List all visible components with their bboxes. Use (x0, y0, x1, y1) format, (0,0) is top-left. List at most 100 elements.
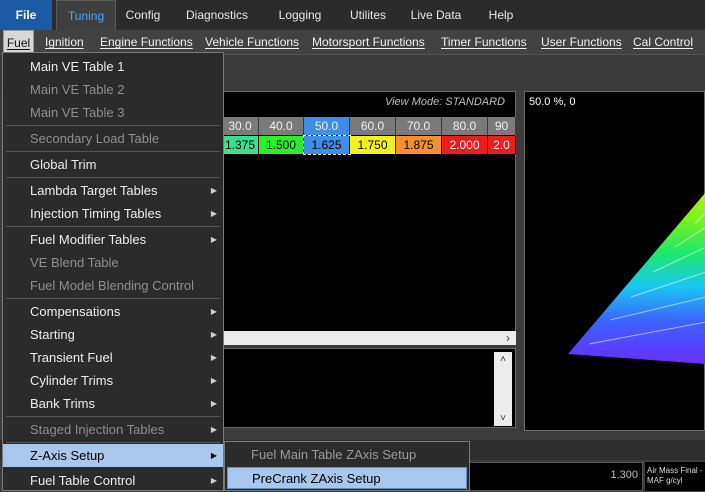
submenu-arrow-icon: ▶ (210, 235, 217, 244)
menu-item-main-ve-table-1[interactable]: Main VE Table 1 (3, 55, 223, 78)
submenu-item-label: PreCrank ZAxis Setup (252, 471, 381, 486)
column-header[interactable]: 90 (488, 117, 516, 135)
tab-logging[interactable]: Logging (270, 0, 330, 30)
tab-tuning[interactable]: Tuning (56, 0, 116, 30)
menu-item-compensations[interactable]: Compensations ▶ (3, 300, 223, 323)
menu-item-label: Main VE Table 2 (30, 82, 125, 97)
menu-item-label: Main VE Table 3 (30, 105, 125, 120)
table-cell[interactable]: 1.500 (259, 136, 304, 154)
horizontal-scrollbar[interactable]: › (222, 331, 516, 345)
menu-timer-functions[interactable]: Timer Functions (441, 30, 527, 54)
menu-item-label: Staged Injection Tables (30, 422, 165, 437)
menu-item-starting[interactable]: Starting ▶ (3, 323, 223, 346)
menu-vehicle-functions[interactable]: Vehicle Functions (205, 30, 299, 54)
column-header[interactable]: 60.0 (350, 117, 396, 135)
column-header[interactable]: 80.0 (442, 117, 488, 135)
menu-item-label: Cylinder Trims (30, 373, 114, 388)
menu-item-secondary-load-table: Secondary Load Table (3, 127, 223, 150)
menu-item-label: Bank Trims (30, 396, 96, 411)
menu-item-label: Fuel Modifier Tables (30, 232, 147, 247)
status-value: 1.300 (610, 469, 638, 481)
submenu-arrow-icon: ▶ (210, 307, 217, 316)
menu-item-label: Compensations (30, 304, 121, 319)
submenu-item-label: Fuel Main Table ZAxis Setup (251, 447, 417, 462)
column-header[interactable]: 30.0 (222, 117, 259, 135)
channel-info: Air Mass Final - F MAF g/cyl (645, 462, 705, 491)
menu-separator (6, 226, 220, 227)
z-axis-submenu: Fuel Main Table ZAxis Setup PreCrank ZAx… (224, 441, 470, 491)
table-cell[interactable]: 2.0 (488, 136, 516, 154)
submenu-arrow-icon: ▶ (210, 186, 217, 195)
column-header[interactable]: 40.0 (259, 117, 304, 135)
menu-fuel[interactable]: Fuel (3, 30, 34, 54)
surface-plot-graphic (568, 193, 705, 364)
table-cell[interactable]: 1.625 (303, 135, 351, 155)
submenu-arrow-icon: ▶ (210, 451, 217, 460)
top-menu-bar: File Tuning Config Diagnostics Logging U… (0, 0, 705, 30)
menu-item-label: Starting (30, 327, 75, 342)
submenu-arrow-icon: ▶ (210, 476, 217, 485)
menu-item-main-ve-table-3: Main VE Table 3 (3, 101, 223, 124)
submenu-item-precrank-zaxis-setup[interactable]: PreCrank ZAxis Setup (227, 467, 467, 489)
table-detail-panel (222, 348, 516, 428)
menu-cal-control[interactable]: Cal Control (633, 30, 693, 54)
menu-separator (6, 442, 220, 443)
table-cell[interactable]: 1.750 (350, 136, 396, 154)
menu-item-bank-trims[interactable]: Bank Trims ▶ (3, 392, 223, 415)
surface-plot-panel[interactable]: 50.0 %, 0 (524, 91, 705, 431)
menu-item-label: Transient Fuel (30, 350, 113, 365)
table-cell[interactable]: 1.875 (396, 136, 442, 154)
menu-user-functions[interactable]: User Functions (541, 30, 622, 54)
menu-item-global-trim[interactable]: Global Trim (3, 153, 223, 176)
submenu-arrow-icon: ▶ (210, 353, 217, 362)
submenu-item-fuel-main-table-zaxis-setup[interactable]: Fuel Main Table ZAxis Setup (227, 444, 467, 466)
menu-separator (6, 177, 220, 178)
submenu-arrow-icon: ▶ (210, 376, 217, 385)
table-cell[interactable]: 2.000 (442, 136, 488, 154)
menu-item-fuel-table-control[interactable]: Fuel Table Control ▶ (3, 469, 223, 492)
table-cell[interactable]: 1.375 (222, 136, 259, 154)
channel-info-line2: MAF g/cyl (647, 476, 683, 485)
submenu-arrow-icon: ▶ (210, 425, 217, 434)
tab-help[interactable]: Help (480, 0, 522, 30)
column-header[interactable]: 50.0 (304, 117, 350, 135)
menu-separator (6, 125, 220, 126)
submenu-arrow-icon: ▶ (210, 209, 217, 218)
menu-engine-functions[interactable]: Engine Functions (100, 30, 193, 54)
menu-item-cylinder-trims[interactable]: Cylinder Trims ▶ (3, 369, 223, 392)
menu-item-injection-timing-tables[interactable]: Injection Timing Tables ▶ (3, 202, 223, 225)
menu-item-label: Fuel Model Blending Control (30, 278, 195, 293)
fuel-dropdown-menu: Main VE Table 1 Main VE Table 2 Main VE … (2, 52, 224, 491)
submenu-arrow-icon: ▶ (210, 399, 217, 408)
menu-item-ve-blend-table: VE Blend Table (3, 251, 223, 274)
menu-item-label: Fuel Table Control (30, 473, 136, 488)
tab-utilites[interactable]: Utilites (340, 0, 396, 30)
submenu-arrow-icon: ▶ (210, 330, 217, 339)
menu-item-staged-injection-tables: Staged Injection Tables ▶ (3, 418, 223, 441)
menu-item-fuel-modifier-tables[interactable]: Fuel Modifier Tables ▶ (3, 228, 223, 251)
menu-item-label: VE Blend Table (30, 255, 119, 270)
menu-item-main-ve-table-2: Main VE Table 2 (3, 78, 223, 101)
menu-item-label: Global Trim (30, 157, 97, 172)
status-gauge: 1.300 (468, 462, 643, 491)
menu-item-z-axis-setup[interactable]: Z-Axis Setup ▶ (3, 444, 223, 467)
menu-separator (6, 151, 220, 152)
menu-item-transient-fuel[interactable]: Transient Fuel ▶ (3, 346, 223, 369)
vertical-scrollbar[interactable]: ˄ ˅ (494, 352, 512, 426)
menu-item-label: Secondary Load Table (30, 131, 160, 146)
menu-item-label: Lambda Target Tables (30, 183, 158, 198)
column-header[interactable]: 70.0 (396, 117, 442, 135)
scroll-right-icon[interactable]: › (506, 331, 510, 345)
menu-motorsport-functions[interactable]: Motorsport Functions (312, 30, 425, 54)
file-menu[interactable]: File (0, 0, 52, 30)
menu-item-label: Main VE Table 1 (30, 59, 125, 74)
tab-diagnostics[interactable]: Diagnostics (176, 0, 258, 30)
tab-live-data[interactable]: Live Data (404, 0, 468, 30)
menu-item-lambda-target-tables[interactable]: Lambda Target Tables ▶ (3, 179, 223, 202)
menu-ignition[interactable]: Ignition (45, 30, 84, 54)
tab-config[interactable]: Config (118, 0, 168, 30)
view-mode-label: View Mode: STANDARD (384, 96, 505, 108)
scroll-down-icon[interactable]: ˅ (494, 413, 512, 424)
menu-separator (6, 298, 220, 299)
scroll-up-icon[interactable]: ˄ (494, 354, 512, 365)
